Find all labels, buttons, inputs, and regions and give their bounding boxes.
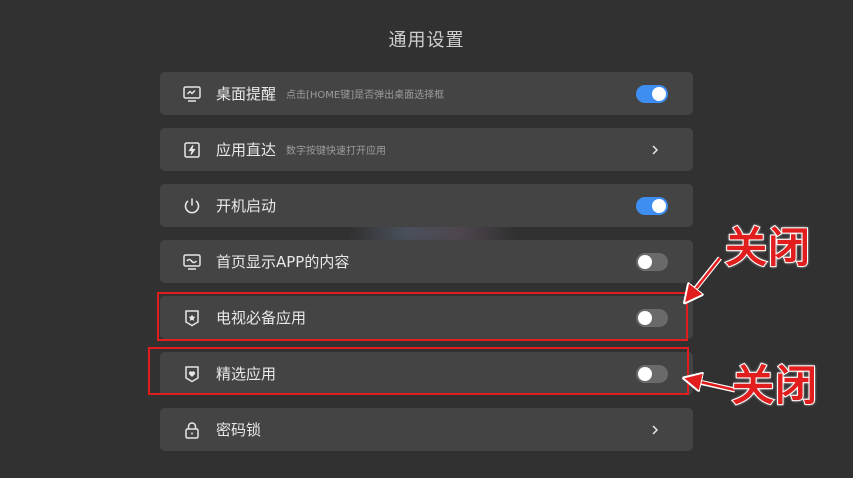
chevron-right-icon[interactable] xyxy=(646,421,664,439)
highlight-box-tv-essential xyxy=(157,292,688,341)
lightning-icon xyxy=(182,140,202,160)
setting-description: 点击[HOME键]是否弹出桌面选择框 xyxy=(286,90,445,101)
chevron-right-icon[interactable] xyxy=(646,141,664,159)
display-wave-icon xyxy=(182,252,202,272)
setting-home-show-app-content[interactable]: 首页显示APP的内容 xyxy=(160,240,693,283)
home-show-app-content-toggle[interactable] xyxy=(636,252,668,271)
boot-start-toggle[interactable] xyxy=(636,196,668,215)
setting-label: 桌面提醒 xyxy=(216,85,277,103)
power-icon xyxy=(182,196,202,216)
highlight-box-featured xyxy=(148,347,689,395)
desktop-reminder-toggle[interactable] xyxy=(636,84,668,103)
settings-list: 桌面提醒 点击[HOME键]是否弹出桌面选择框 应用直达 数字按键快速打开应用 xyxy=(160,72,693,464)
setting-boot-start[interactable]: 开机启动 xyxy=(160,184,693,227)
setting-desktop-reminder[interactable]: 桌面提醒 点击[HOME键]是否弹出桌面选择框 xyxy=(160,72,693,115)
settings-page: 通用设置 桌面提醒 点击[HOME键]是否弹出桌面选择框 应用直达 数字按键快速… xyxy=(0,0,853,478)
setting-label: 密码锁 xyxy=(216,421,262,439)
setting-label: 开机启动 xyxy=(216,197,277,215)
annotation-close-label-2: 关闭 xyxy=(731,360,819,411)
annotation-close-label-1: 关闭 xyxy=(724,222,812,273)
monitor-icon xyxy=(182,84,202,104)
setting-label: 应用直达 xyxy=(216,141,277,159)
setting-description: 数字按键快速打开应用 xyxy=(286,146,387,157)
setting-label: 首页显示APP的内容 xyxy=(216,253,350,271)
setting-password-lock[interactable]: 密码锁 xyxy=(160,408,693,451)
page-title: 通用设置 xyxy=(388,30,465,51)
lock-icon xyxy=(182,420,202,440)
setting-app-direct[interactable]: 应用直达 数字按键快速打开应用 xyxy=(160,128,693,171)
